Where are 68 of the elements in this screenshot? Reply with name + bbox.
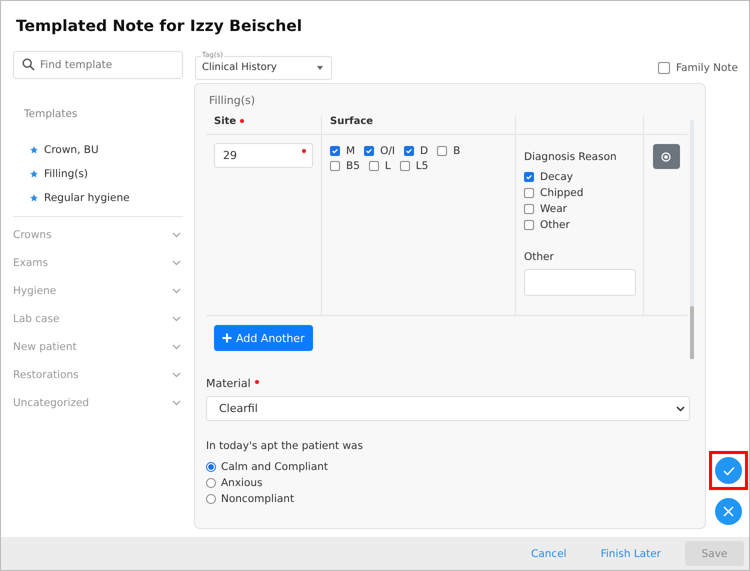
category-item[interactable]: Lab case [13, 305, 183, 333]
confirm-button[interactable] [715, 457, 742, 484]
star-icon [30, 170, 38, 178]
category-item[interactable]: Crowns [13, 221, 183, 249]
checkbox[interactable] [330, 146, 340, 156]
remove-button[interactable] [652, 144, 680, 169]
checkbox-label: L5 [416, 160, 428, 172]
radio-button[interactable] [206, 494, 216, 504]
radio-button[interactable] [206, 478, 216, 488]
field-label: Other [524, 250, 555, 265]
column-header: Site [214, 116, 236, 127]
checkbox-label: Family Note [676, 62, 738, 74]
checkbox-label: Decay [540, 171, 573, 183]
category-item[interactable]: Uncategorized [13, 389, 183, 417]
checkbox-label: M [346, 145, 356, 157]
checkbox[interactable] [404, 146, 414, 156]
input-field[interactable] [524, 269, 636, 296]
footer-link[interactable]: Finish Later [586, 548, 675, 560]
radio-label: Calm and Compliant [221, 461, 328, 473]
star-icon [30, 146, 38, 154]
add-another-button[interactable]: Add Another [214, 325, 313, 351]
checkbox-label: Other [540, 219, 570, 231]
checkbox[interactable] [330, 161, 340, 171]
checkbox[interactable] [524, 204, 534, 214]
radio-button[interactable] [206, 462, 216, 472]
caret-icon [317, 66, 323, 70]
checkbox-label: Wear [540, 203, 567, 215]
checkbox-label: B5 [346, 160, 360, 172]
material-select[interactable]: Clearfil [206, 396, 690, 421]
checkbox[interactable] [364, 146, 374, 156]
field-label: Material [206, 377, 251, 390]
panel-title: Filling(s) [208, 93, 256, 109]
checkbox-label: L [384, 160, 391, 172]
category-item[interactable]: Hygiene [13, 277, 183, 305]
search-field[interactable]: Find template [13, 51, 183, 79]
chevron-icon [676, 406, 685, 412]
checkbox[interactable] [400, 161, 410, 171]
field-label: Diagnosis Reason [524, 150, 618, 165]
checkbox[interactable] [658, 62, 670, 74]
plus-icon [222, 333, 232, 343]
target-icon [661, 152, 671, 162]
checkbox[interactable] [524, 220, 534, 230]
site-field[interactable]: 29 [214, 143, 313, 168]
category-item[interactable]: Exams [13, 249, 183, 277]
footer-link[interactable]: Cancel [517, 548, 581, 560]
checkbox[interactable] [524, 172, 534, 182]
radio-label: Noncompliant [221, 493, 294, 505]
template-link[interactable]: Regular hygiene [44, 192, 130, 204]
category-item[interactable]: Restorations [13, 361, 183, 389]
close-icon [723, 506, 734, 517]
template-link[interactable]: Crown, BU [44, 144, 99, 156]
checkmark-icon [722, 466, 734, 476]
category-item[interactable]: New patient [13, 333, 183, 361]
question-label: In today's apt the patient was [206, 439, 364, 454]
section-heading: Templates [23, 107, 78, 122]
checkbox[interactable] [368, 161, 379, 171]
radio-label: Anxious [221, 477, 263, 489]
close-button[interactable] [715, 498, 742, 525]
checkbox-label: B [453, 145, 460, 157]
column-header: Surface [330, 116, 374, 127]
star-icon [30, 194, 38, 202]
checkbox-label: D [420, 145, 428, 157]
checkbox-label: O/I [380, 145, 395, 157]
template-link[interactable]: Filling(s) [44, 168, 88, 180]
dialog-title: Templated Note for Izzy Beischel [15, 16, 304, 37]
checkbox[interactable] [524, 188, 534, 198]
checkbox[interactable] [437, 146, 448, 156]
checkbox-label: Chipped [540, 187, 584, 199]
